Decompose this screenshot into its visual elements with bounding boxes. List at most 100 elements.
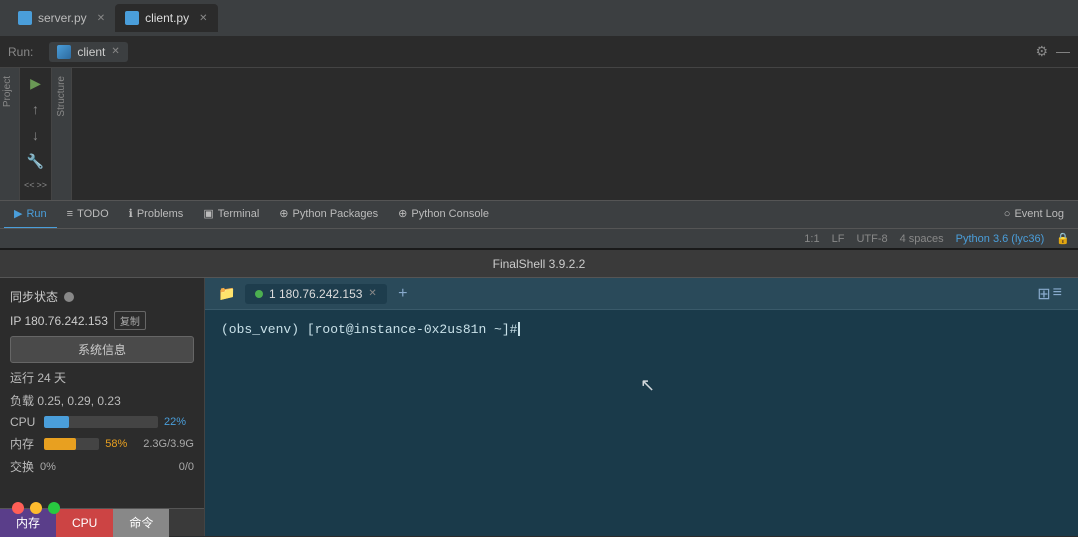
cmd-tab[interactable]: 命令 xyxy=(113,509,169,537)
editor-tab-bar: server.py ✕ client.py ✕ xyxy=(0,0,1078,36)
run-actions: ▶ ↑ ↓ 🔧 << >> xyxy=(20,68,52,200)
scroll-up-button[interactable]: ↑ xyxy=(25,98,47,120)
terminal-tab-1[interactable]: 1 180.76.242.153 ✕ xyxy=(245,284,387,304)
sync-dot-indicator xyxy=(64,292,74,302)
swap-detail: 0/0 xyxy=(179,461,194,473)
minimize-button[interactable] xyxy=(30,502,42,514)
tab-event-log-label: Event Log xyxy=(1014,208,1064,220)
chevron-left-icon[interactable]: << xyxy=(24,180,35,190)
wrench-icon[interactable]: 🔧 xyxy=(25,150,47,172)
info-panel: 同步状态 IP 180.76.242.153 复制 系统信息 运行 24 天 负… xyxy=(0,278,205,536)
terminal-content[interactable]: (obs_venv) [root@instance-0x2us81n ~]# xyxy=(205,310,1078,536)
todo-icon: ≡ xyxy=(67,208,73,220)
finalshell-titlebar: FinalShell 3.9.2.2 xyxy=(0,250,1078,278)
mem-progress-bar xyxy=(44,438,99,450)
finalshell-title: FinalShell 3.9.2.2 xyxy=(493,257,586,271)
tab-python-packages-label: Python Packages xyxy=(293,208,379,220)
terminal-area: 📁 1 180.76.242.153 ✕ + ⊞ ≡ (obs_venv) [r… xyxy=(205,278,1078,536)
uptime-row: 运行 24 天 xyxy=(10,369,194,386)
tab-python-packages[interactable]: ⊕ Python Packages xyxy=(269,201,388,229)
settings-icon[interactable]: ⚙ xyxy=(1035,43,1048,60)
mem-tab-label: 内存 xyxy=(16,514,40,531)
swap-left: 交换 0% xyxy=(10,458,56,475)
sync-status-label: 同步状态 xyxy=(10,288,58,305)
terminal-icon: ▣ xyxy=(203,207,213,220)
cpu-tab[interactable]: CPU xyxy=(56,509,113,537)
window-controls xyxy=(12,502,60,514)
tab-problems[interactable]: ℹ Problems xyxy=(119,201,194,229)
minimize-icon[interactable]: — xyxy=(1056,43,1070,60)
copy-ip-button[interactable]: 复制 xyxy=(114,311,146,330)
interpreter[interactable]: Python 3.6 (lyc36) xyxy=(956,233,1045,245)
encoding: UTF-8 xyxy=(856,233,887,245)
cpu-tab-label: CPU xyxy=(72,516,97,530)
terminal-prompt: (obs_venv) [root@instance-0x2us81n ~]# xyxy=(221,322,517,337)
run-play-button[interactable]: ▶ xyxy=(25,72,47,94)
tab-server-py-label: server.py xyxy=(38,11,87,25)
terminal-tab-close[interactable]: ✕ xyxy=(368,288,376,299)
run-tab-label: client xyxy=(77,45,105,59)
event-log-icon: ○ xyxy=(1004,208,1011,220)
pycharm-window: server.py ✕ client.py ✕ Run: client ✕ ⚙ … xyxy=(0,0,1078,248)
tab-client-py-label: client.py xyxy=(145,11,189,25)
bottom-tab-bar: ▶ Run ≡ TODO ℹ Problems ▣ Terminal ⊕ Pyt… xyxy=(0,200,1078,228)
maximize-button[interactable] xyxy=(48,502,60,514)
python-file-icon xyxy=(18,11,32,25)
tab-terminal-label: Terminal xyxy=(218,208,260,220)
run-label: Run: xyxy=(8,45,33,59)
connection-status-dot xyxy=(255,290,263,298)
project-label: Project xyxy=(0,68,19,115)
tab-client-py-close[interactable]: ✕ xyxy=(199,13,207,24)
cpu-progress-bar xyxy=(44,416,158,428)
python-file-icon-2 xyxy=(125,11,139,25)
line-ending: LF xyxy=(832,233,845,245)
run-tab-close[interactable]: ✕ xyxy=(111,46,119,57)
cpu-label: CPU xyxy=(10,415,38,429)
ip-row: IP 180.76.242.153 复制 xyxy=(10,311,194,330)
finalshell-main: 同步状态 IP 180.76.242.153 复制 系统信息 运行 24 天 负… xyxy=(0,278,1078,536)
mem-progress-fill xyxy=(44,438,76,450)
finalshell-window: FinalShell 3.9.2.2 同步状态 IP 180.76.242.15… xyxy=(0,250,1078,536)
uptime-label: 运行 24 天 xyxy=(10,371,66,385)
console-icon: ⊕ xyxy=(398,207,407,220)
tab-python-console[interactable]: ⊕ Python Console xyxy=(388,201,499,229)
run-icon: ▶ xyxy=(14,207,22,220)
cursor-position: 1:1 xyxy=(804,233,819,245)
tab-run[interactable]: ▶ Run xyxy=(4,201,57,229)
run-client-tab[interactable]: client ✕ xyxy=(49,42,127,62)
tab-terminal[interactable]: ▣ Terminal xyxy=(193,201,269,229)
tab-todo[interactable]: ≡ TODO xyxy=(57,201,119,229)
sys-info-button[interactable]: 系统信息 xyxy=(10,336,194,363)
cpu-row: CPU 22% xyxy=(10,415,194,429)
tab-event-log[interactable]: ○ Event Log xyxy=(994,201,1074,229)
packages-icon: ⊕ xyxy=(279,207,288,220)
close-button[interactable] xyxy=(12,502,24,514)
ip-label: IP 180.76.242.153 xyxy=(10,314,108,328)
load-row: 负载 0.25, 0.29, 0.23 xyxy=(10,392,194,409)
scroll-down-button[interactable]: ↓ xyxy=(25,124,47,146)
swap-percent: 0% xyxy=(40,461,56,473)
tab-run-label: Run xyxy=(26,208,46,220)
folder-icon[interactable]: 📁 xyxy=(213,282,241,306)
tab-server-py[interactable]: server.py ✕ xyxy=(8,4,115,32)
mem-label: 内存 xyxy=(10,435,38,452)
status-bar: 1:1 LF UTF-8 4 spaces Python 3.6 (lyc36)… xyxy=(0,228,1078,248)
lock-icon: 🔒 xyxy=(1056,232,1070,245)
tab-server-py-close[interactable]: ✕ xyxy=(97,13,105,24)
tab-problems-label: Problems xyxy=(137,208,183,220)
load-label: 负载 0.25, 0.29, 0.23 xyxy=(10,394,121,408)
tab-client-py[interactable]: client.py ✕ xyxy=(115,4,217,32)
code-editor[interactable] xyxy=(72,68,1078,200)
tab-python-console-label: Python Console xyxy=(411,208,489,220)
swap-label: 交换 xyxy=(10,458,34,475)
chevron-right-icon[interactable]: >> xyxy=(37,180,48,190)
terminal-tab-bar: 📁 1 180.76.242.153 ✕ + ⊞ ≡ xyxy=(205,278,1078,310)
terminal-cursor xyxy=(518,322,520,336)
sync-status-row: 同步状态 xyxy=(10,288,194,305)
structure-label: Structure xyxy=(54,68,69,125)
client-run-icon xyxy=(57,45,71,59)
grid-view-icon[interactable]: ⊞ ≡ xyxy=(1037,284,1070,304)
add-terminal-tab-button[interactable]: + xyxy=(391,282,415,306)
swap-row: 交换 0% 0/0 xyxy=(10,458,194,475)
editor-main-area: Run: client ✕ ⚙ — Project ▶ ↑ ↓ 🔧 xyxy=(0,36,1078,248)
